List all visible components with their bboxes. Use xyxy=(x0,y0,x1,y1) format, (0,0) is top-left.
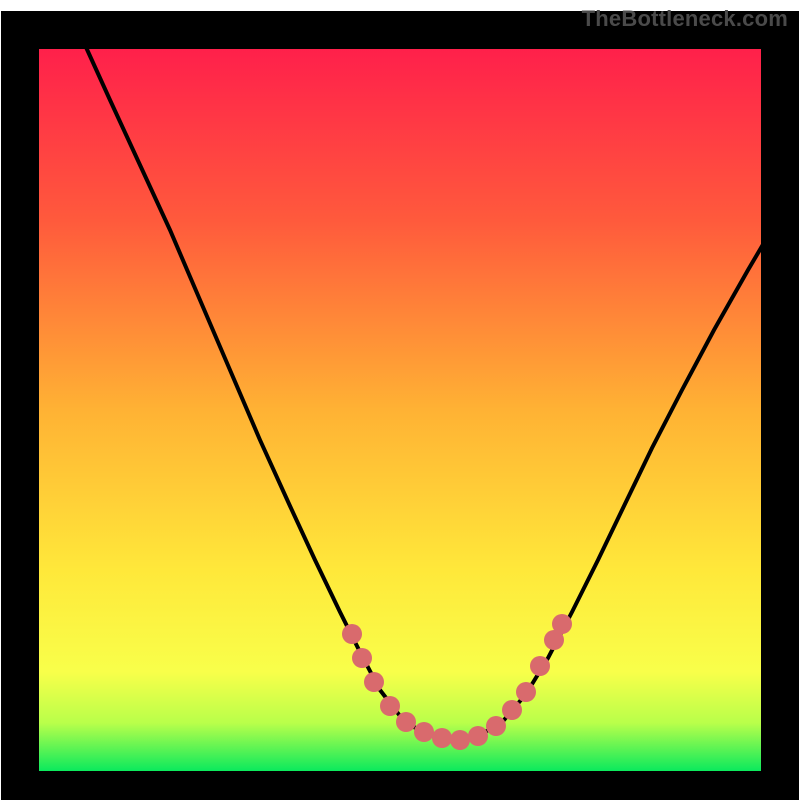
curve-marker xyxy=(530,656,550,676)
curve-marker xyxy=(552,614,572,634)
curve-marker xyxy=(364,672,384,692)
watermark-text: TheBottleneck.com xyxy=(582,6,788,32)
chart-svg xyxy=(0,0,800,800)
curve-marker xyxy=(516,682,536,702)
curve-marker xyxy=(502,700,522,720)
curve-marker xyxy=(380,696,400,716)
curve-marker xyxy=(352,648,372,668)
plot-background xyxy=(36,46,764,774)
curve-marker xyxy=(486,716,506,736)
curve-marker xyxy=(432,728,452,748)
curve-marker xyxy=(342,624,362,644)
curve-marker xyxy=(450,730,470,750)
curve-marker xyxy=(468,726,488,746)
curve-marker xyxy=(414,722,434,742)
curve-marker xyxy=(396,712,416,732)
chart-container: TheBottleneck.com xyxy=(0,0,800,800)
